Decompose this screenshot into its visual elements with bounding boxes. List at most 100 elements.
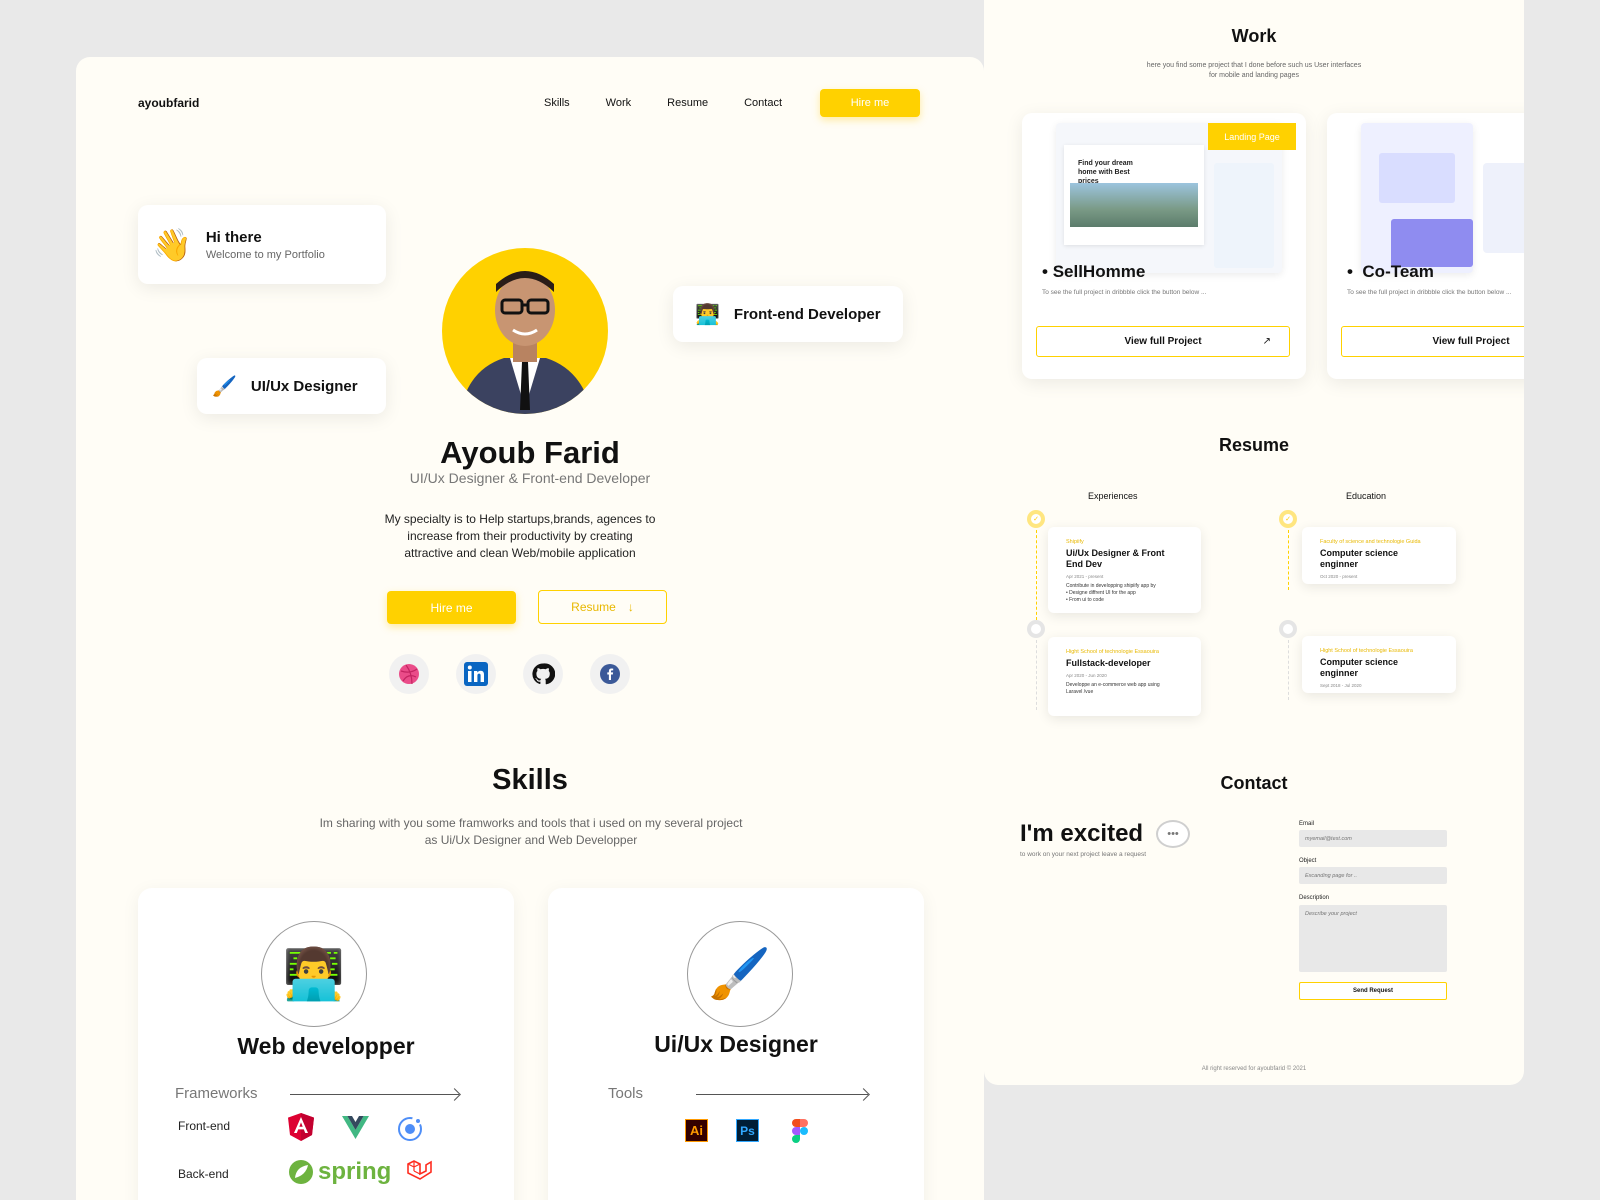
arrow-right-icon [696, 1094, 868, 1095]
education-card: Hight School of technologie Essaouira Co… [1302, 636, 1456, 693]
linkedin-icon[interactable] [456, 654, 496, 694]
description-field[interactable] [1299, 905, 1447, 972]
email-label: Email [1299, 821, 1315, 827]
education-date: Sept 2018 - Jul 2020 [1320, 683, 1362, 688]
contact-title: Contact [1220, 773, 1288, 793]
spring-leaf-icon [289, 1160, 313, 1184]
education-org: Hight School of technologie Essaouira [1320, 648, 1413, 654]
screenshot-illustration [1379, 153, 1455, 203]
timeline-line [1036, 530, 1037, 620]
social-links [389, 654, 630, 694]
timeline-line [1288, 640, 1289, 700]
greeting-card: 👋 Hi there Welcome to my Portfolio [138, 205, 386, 284]
email-field[interactable] [1299, 830, 1447, 847]
greeting-subtitle: Welcome to my Portfolio [205, 248, 325, 261]
hero-role: UI/Ux Designer & Front-end Developer [409, 470, 651, 486]
experience-description-line: • Designe diffrent UI for the app [1066, 590, 1136, 596]
ux-badge-label: UI/Ux Designer [250, 377, 358, 395]
education-degree: Computer science enginner [1320, 657, 1399, 678]
experience-description-line: Contribute in developping shipiify app b… [1066, 583, 1156, 589]
skills-subtitle-line: Im sharing with you some framworks and t… [319, 816, 743, 830]
experience-description-line: Laravel /vue [1066, 689, 1094, 695]
github-icon[interactable] [523, 654, 563, 694]
experience-date: Apr 2021 - present [1066, 574, 1104, 579]
ux-designer-card: 🖌️ Ui/Ux Designer Tools Ai Ps [548, 888, 924, 1200]
dribbble-icon[interactable] [389, 654, 429, 694]
hero-description: My specialty is to Help startups,brands,… [380, 511, 660, 562]
hero-resume-button[interactable]: Resume ↓ [538, 590, 667, 624]
timeline-dot-icon [1279, 620, 1297, 638]
hero-description-line: attractive and clean Web/mobile applicat… [404, 546, 636, 560]
nav-link-resume[interactable]: Resume [667, 97, 708, 109]
site-logo[interactable]: ayoubfarid [138, 96, 199, 110]
nav-hire-button[interactable]: Hire me [820, 89, 920, 117]
speech-bubble-icon: ••• [1156, 820, 1190, 848]
timeline-check-icon: ✓ [1279, 510, 1297, 528]
screenshot-about-block [1391, 219, 1473, 267]
work-title: Work [1231, 26, 1277, 46]
paintbrush-icon: 🖌️ [212, 375, 237, 398]
send-request-button[interactable]: Send Request [1299, 982, 1447, 1000]
ionic-icon [398, 1117, 422, 1141]
screenshot-side-panel [1483, 163, 1524, 253]
experience-date: Apr 2020 - Jun 2020 [1066, 673, 1107, 678]
project-title: • SellHomme [1042, 262, 1146, 281]
experiences-heading: Experiences [1088, 491, 1138, 501]
hero-description-line: My specialty is to Help startups,brands,… [384, 512, 656, 526]
timeline-check-icon: ✓ [1027, 510, 1045, 528]
backend-label: Back-end [178, 1167, 229, 1181]
screenshot-house-image [1070, 183, 1198, 227]
experience-description: Developpe an e-commerce web app using La… [1066, 682, 1183, 696]
ux-designer-title: Ui/Ux Designer [654, 1031, 818, 1057]
greeting-title: Hi there [205, 228, 262, 246]
arrow-up-right-icon: ↗ [1262, 336, 1271, 347]
waving-hand-icon: 👋 [152, 226, 192, 263]
screenshot-headline: Find your dream home with Best prices [1078, 160, 1133, 185]
vue-icon [342, 1116, 369, 1139]
hero-hire-button[interactable]: Hire me [387, 591, 516, 624]
contact-subtitle: to work on your next project leave a req… [1020, 851, 1147, 858]
avatar [442, 248, 608, 414]
footer-copyright: All right reserved for ayoubfarid © 2021 [1201, 1066, 1307, 1072]
hero-name: Ayoub Farid [440, 435, 620, 470]
screenshot-hero-panel: Find your dream home with Best prices [1064, 145, 1204, 245]
frontend-badge-label: Front-end Developer [733, 305, 881, 323]
resume-button-label: Resume [571, 600, 616, 614]
angular-icon [288, 1113, 314, 1141]
project-title-text: Co-Team [1362, 262, 1434, 281]
experience-role: Ui/Ux Designer & Front End Dev [1066, 548, 1165, 569]
skills-subtitle-line: as Ui/Ux Designer and Web Developper [424, 833, 638, 847]
spring-logo: spring [288, 1158, 391, 1186]
portfolio-sections-page: Work here you find some project that I d… [984, 0, 1524, 1085]
portfolio-home-page: ayoubfarid Skills Work Resume Contact Hi… [76, 57, 984, 1200]
skills-subtitle: Im sharing with you some framworks and t… [316, 815, 746, 849]
arrow-down-icon: ↓ [627, 600, 634, 614]
nav-link-skills[interactable]: Skills [544, 97, 570, 109]
experience-org: Shipiify [1066, 539, 1084, 545]
screenshot-side-panel [1214, 163, 1274, 268]
education-date: Oct 2020 - present [1320, 574, 1358, 579]
experience-description-line: • From ui to code [1066, 597, 1104, 603]
technologist-icon: 👨‍💻 [695, 303, 720, 326]
view-full-project-button[interactable]: View full Project [1341, 326, 1524, 357]
main-nav: Skills Work Resume Contact [544, 97, 782, 109]
facebook-icon[interactable] [590, 654, 630, 694]
nav-link-work[interactable]: Work [606, 97, 631, 109]
education-card: Faculty of science and technologie Guida… [1302, 527, 1456, 584]
view-full-project-button[interactable]: View full Project ↗ [1036, 326, 1290, 357]
project-card-coteam: • Co-Team To see the full project in dri… [1327, 113, 1524, 379]
figma-icon [792, 1119, 808, 1143]
object-field[interactable] [1299, 867, 1447, 884]
frameworks-label: Frameworks [175, 1085, 258, 1102]
nav-link-contact[interactable]: Contact [744, 97, 782, 109]
experience-card: Hight School of technologie Essaouira Fu… [1048, 637, 1201, 716]
frontend-label: Front-end [178, 1119, 231, 1133]
timeline-line [1036, 640, 1037, 710]
work-subtitle-line: here you find some project that I done b… [1146, 62, 1362, 69]
timeline-dot-icon [1027, 620, 1045, 638]
project-subtitle: To see the full project in dribbble clic… [1347, 289, 1512, 296]
frontend-badge: 👨‍💻 Front-end Developer [673, 286, 903, 342]
work-subtitle-line: for mobile and landing pages [1209, 72, 1299, 79]
tools-label: Tools [608, 1085, 644, 1102]
experience-card: Shipiify Ui/Ux Designer & Front End Dev … [1048, 527, 1201, 613]
